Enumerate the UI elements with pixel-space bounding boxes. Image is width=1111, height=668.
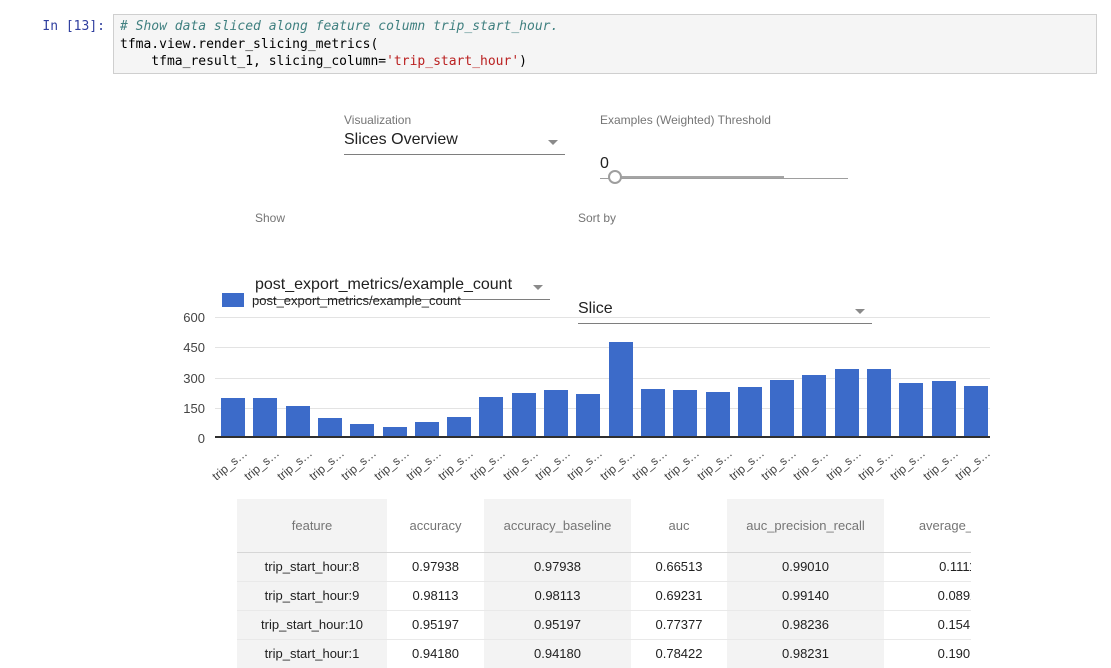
bar-3 (318, 418, 342, 436)
metric-value-cell: 0.95197 (387, 610, 484, 639)
metric-value-cell: 0.99010 (727, 552, 884, 581)
table-row[interactable]: trip_start_hour:90.981130.981130.692310.… (237, 581, 971, 610)
bar-16 (738, 387, 762, 436)
sort-by-label: Sort by (578, 211, 616, 225)
bar-17 (770, 380, 794, 436)
sort-by-dropdown-value: Slice (578, 300, 613, 317)
bar-19 (835, 369, 859, 436)
metrics-table: featureaccuracyaccuracy_baselineaucauc_p… (237, 499, 971, 668)
code-editor[interactable]: # Show data sliced along feature column … (113, 14, 1097, 74)
code-line3-post: ) (519, 54, 527, 69)
column-header-accuracy_baseline: accuracy_baseline (484, 499, 631, 552)
feature-cell: trip_start_hour:1 (237, 639, 387, 668)
visualization-dropdown-value: Slices Overview (344, 131, 458, 148)
column-header-auc: auc (631, 499, 727, 552)
legend-color-swatch (222, 293, 244, 307)
bar-13 (641, 389, 665, 436)
metric-value-cell: 0.69231 (631, 581, 727, 610)
metric-value-cell: 0.98231 (727, 639, 884, 668)
visualization-dropdown[interactable]: Slices Overview (344, 131, 565, 155)
metric-value-cell: 0.98113 (484, 581, 631, 610)
metric-value-cell: 0.66513 (631, 552, 727, 581)
bar-9 (512, 393, 536, 436)
column-header-auc_precision_recall: auc_precision_recall (727, 499, 884, 552)
code-text: # Show data sliced along feature column … (120, 18, 1090, 71)
bar-12 (609, 342, 633, 436)
bar-20 (867, 369, 891, 436)
bar-18 (802, 375, 826, 436)
column-header-feature: feature (237, 499, 387, 552)
legend-label: post_export_metrics/example_count (252, 293, 461, 308)
feature-cell: trip_start_hour:9 (237, 581, 387, 610)
threshold-slider[interactable] (608, 169, 784, 185)
y-axis-tick-label: 450 (150, 340, 205, 355)
table-row[interactable]: trip_start_hour:10.941800.941800.784220.… (237, 639, 971, 668)
metric-value-cell: 0.98236 (727, 610, 884, 639)
metric-value-cell: 0.78422 (631, 639, 727, 668)
metric-value-cell: 0.0892 (884, 581, 971, 610)
visualization-label: Visualization (344, 113, 411, 127)
bar-2 (286, 406, 310, 436)
show-metric-dropdown-value: post_export_metrics/example_count (255, 276, 512, 293)
slider-track[interactable] (621, 176, 784, 178)
y-axis-tick-label: 0 (150, 431, 205, 446)
column-header-accuracy: accuracy (387, 499, 484, 552)
bar-23 (964, 386, 988, 436)
gridline (215, 347, 990, 348)
y-axis-tick-label: 150 (150, 401, 205, 416)
code-line3-pre: tfma_result_1, slicing_column= (120, 54, 386, 69)
metric-value-cell: 0.95197 (484, 610, 631, 639)
slider-handle[interactable] (608, 170, 622, 184)
code-string-literal: 'trip_start_hour' (386, 54, 519, 69)
bar-15 (706, 392, 730, 436)
y-axis-tick-label: 300 (150, 371, 205, 386)
metric-value-cell: 0.97938 (387, 552, 484, 581)
bar-22 (932, 381, 956, 436)
metric-value-cell: 0.94180 (387, 639, 484, 668)
table-row[interactable]: trip_start_hour:80.979380.979380.665130.… (237, 552, 971, 581)
gridline (215, 317, 990, 318)
bar-11 (576, 394, 600, 436)
show-label: Show (255, 211, 285, 225)
bar-0 (221, 398, 245, 436)
bar-4 (350, 424, 374, 436)
bar-1 (253, 398, 277, 436)
metrics-table-container: featureaccuracyaccuracy_baselineaucauc_p… (237, 499, 971, 668)
bar-7 (447, 417, 471, 436)
metric-value-cell: 0.98113 (387, 581, 484, 610)
bar-5 (383, 427, 407, 436)
chevron-down-icon (533, 285, 543, 290)
metric-value-cell: 0.77377 (631, 610, 727, 639)
bar-10 (544, 390, 568, 436)
y-axis-tick-label: 600 (150, 310, 205, 325)
metric-value-cell: 0.1541 (884, 610, 971, 639)
bar-chart-plot-area (215, 317, 990, 438)
cell-input-prompt: In [13]: (36, 19, 105, 34)
code-line2: tfma.view.render_slicing_metrics( (120, 37, 378, 52)
table-row[interactable]: trip_start_hour:100.951970.951970.773770… (237, 610, 971, 639)
metric-value-cell: 0.94180 (484, 639, 631, 668)
table-header-row: featureaccuracyaccuracy_baselineaucauc_p… (237, 499, 971, 552)
feature-cell: trip_start_hour:8 (237, 552, 387, 581)
chevron-down-icon (855, 309, 865, 314)
bar-6 (415, 422, 439, 436)
bar-21 (899, 383, 923, 436)
threshold-label: Examples (Weighted) Threshold (600, 113, 771, 127)
metric-value-cell: 0.1111 (884, 552, 971, 581)
metric-value-cell: 0.97938 (484, 552, 631, 581)
bar-8 (479, 397, 503, 436)
metric-value-cell: 0.99140 (727, 581, 884, 610)
feature-cell: trip_start_hour:10 (237, 610, 387, 639)
bar-14 (673, 390, 697, 436)
code-comment: # Show data sliced along feature column … (120, 19, 558, 34)
metric-value-cell: 0.1901 (884, 639, 971, 668)
chevron-down-icon (548, 140, 558, 145)
column-header-average_loss: average_loss (884, 499, 971, 552)
